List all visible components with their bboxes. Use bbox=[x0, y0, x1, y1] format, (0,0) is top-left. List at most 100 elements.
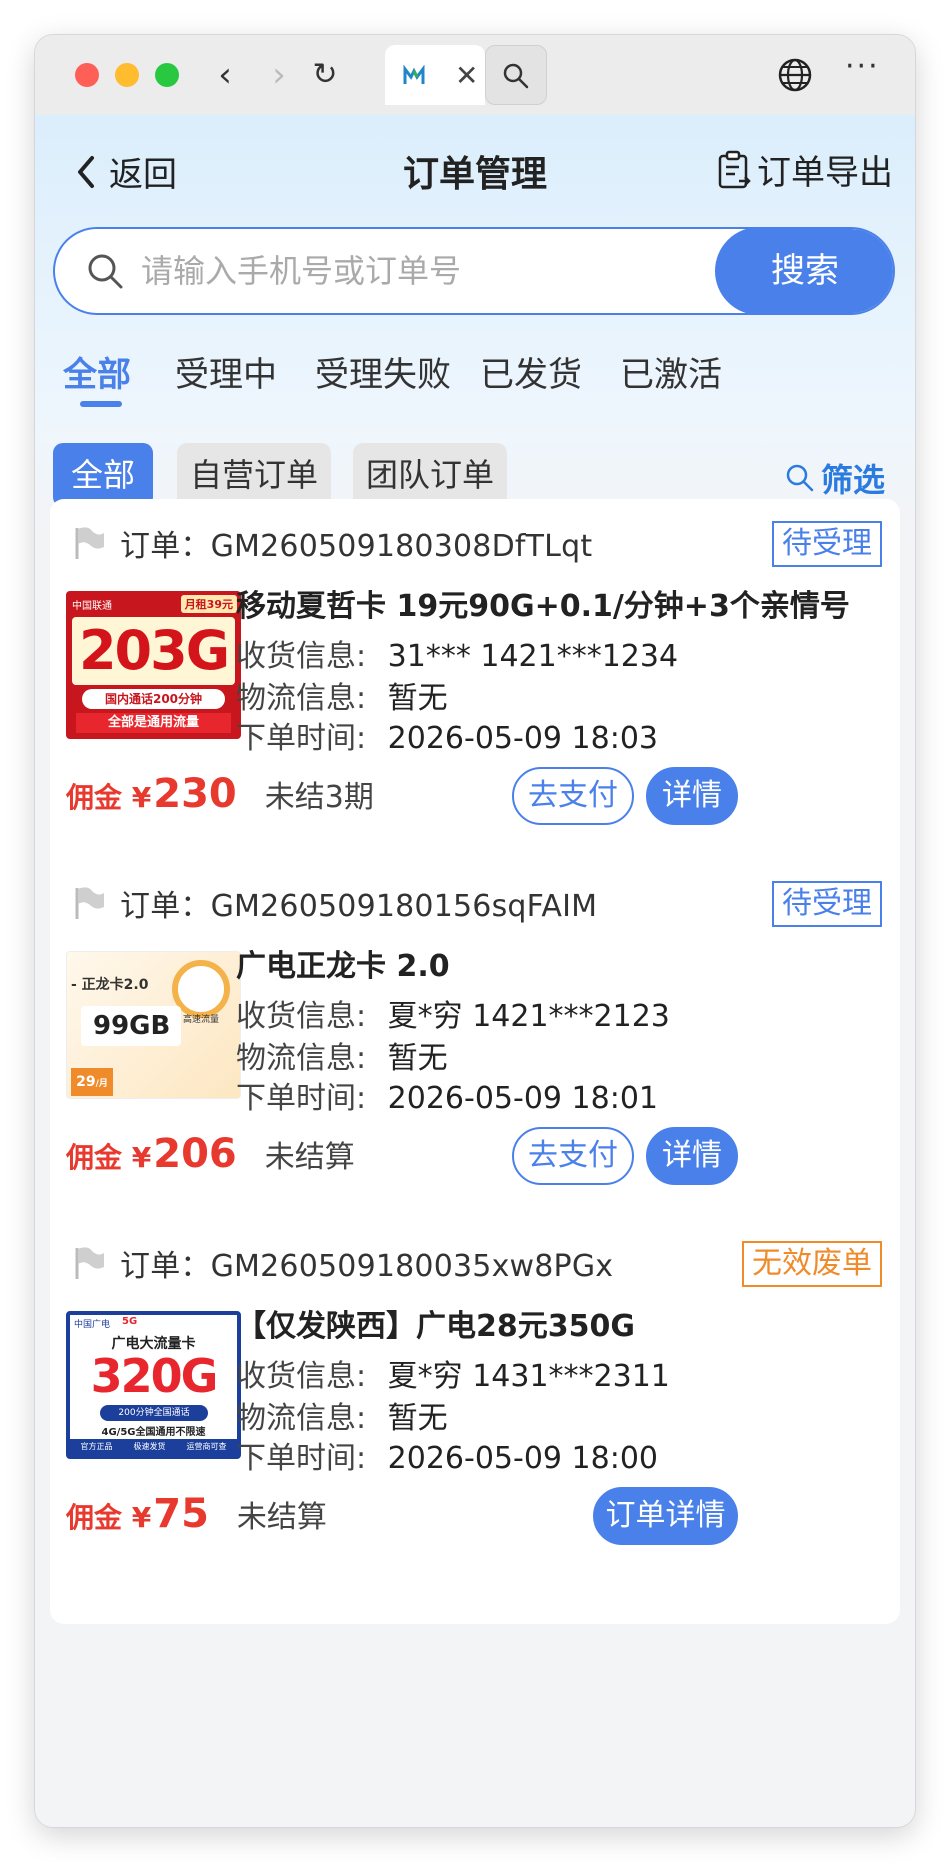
commission-value: 206 bbox=[153, 1131, 237, 1177]
shipping-label: 收货信息: bbox=[236, 1359, 367, 1394]
settlement-status: 未结算 bbox=[264, 1140, 355, 1175]
thumb-line2: 全部是通用流量 bbox=[76, 713, 231, 733]
commission: 佣金 ¥ 75 未结算 bbox=[66, 1491, 327, 1537]
logistics-info: 物流信息: 暂无 bbox=[236, 1033, 448, 1077]
page-header: 返回 订单管理 订单导出 bbox=[35, 115, 915, 225]
thumb-tag: 月租39元 bbox=[180, 595, 237, 613]
time-value: 2026-05-09 18:03 bbox=[387, 721, 658, 756]
time-value: 2026-05-09 18:01 bbox=[387, 1081, 658, 1116]
logistics-label: 物流信息: bbox=[236, 1041, 367, 1076]
settlement-status: 未结3期 bbox=[264, 780, 374, 815]
thumb-price-value: 29 bbox=[76, 1074, 96, 1090]
shipping-info: 收货信息: 夏*穷 1431***2311 bbox=[236, 1351, 670, 1395]
shipping-label: 收货信息: bbox=[236, 639, 367, 674]
order-time: 下单时间: 2026-05-09 18:03 bbox=[236, 713, 658, 757]
search-icon bbox=[88, 254, 123, 289]
detail-button[interactable]: 详情 bbox=[646, 1127, 738, 1185]
thumb-brand: 中国联通 bbox=[72, 601, 112, 612]
logistics-label: 物流信息: bbox=[236, 681, 367, 716]
order-detail-button[interactable]: 订单详情 bbox=[593, 1487, 738, 1545]
export-orders-button[interactable]: 订单导出 bbox=[717, 145, 893, 194]
browser-search-icon bbox=[503, 63, 529, 89]
commission-label: 佣金 ¥ bbox=[66, 781, 152, 814]
globe-icon[interactable] bbox=[775, 55, 815, 95]
export-label: 订单导出 bbox=[757, 153, 893, 193]
thumb-brand: 中国广电 bbox=[74, 1320, 111, 1330]
chip-team-orders[interactable]: 团队订单 bbox=[353, 443, 507, 507]
commission-value: 75 bbox=[153, 1491, 209, 1537]
time-value: 2026-05-09 18:00 bbox=[387, 1441, 658, 1476]
minimize-window-button[interactable] bbox=[115, 63, 139, 87]
browser-search-button[interactable] bbox=[485, 45, 547, 105]
site-logo-icon bbox=[403, 65, 425, 84]
tab-activated[interactable]: 已激活 bbox=[620, 347, 722, 396]
pay-button[interactable]: 去支付 bbox=[512, 1127, 634, 1185]
product-image: 中国联通 月租39元 203G 国内通话200分钟 全部是通用流量 bbox=[66, 591, 241, 739]
tab-all[interactable]: 全部 bbox=[63, 347, 131, 396]
shipping-value: 夏*穷 1431***2311 bbox=[387, 1359, 670, 1394]
shipping-value: 31*** 1421***1234 bbox=[387, 639, 679, 674]
product-name: 广电正龙卡 2.0 bbox=[236, 949, 450, 984]
detail-button[interactable]: 详情 bbox=[646, 767, 738, 825]
commission-value: 230 bbox=[153, 771, 237, 817]
commission: 佣金 ¥ 230 未结3期 bbox=[66, 771, 374, 817]
logistics-value: 暂无 bbox=[387, 1401, 448, 1436]
reload-icon[interactable]: ↻ bbox=[305, 55, 345, 95]
tab-failed[interactable]: 受理失败 bbox=[315, 347, 451, 396]
shipping-info: 收货信息: 夏*穷 1421***2123 bbox=[236, 991, 670, 1035]
status-badge: 待受理 bbox=[772, 521, 882, 567]
order-time: 下单时间: 2026-05-09 18:01 bbox=[236, 1073, 658, 1117]
time-label: 下单时间: bbox=[236, 1441, 367, 1476]
thumb-line1: 国内通话200分钟 bbox=[82, 689, 225, 709]
more-menu-icon[interactable]: ··· bbox=[845, 49, 880, 84]
order-card[interactable]: 订单：GM260509180156sqFAIM 待受理 - 正龙卡2.0 99G… bbox=[50, 859, 900, 1264]
flag-icon bbox=[75, 887, 104, 919]
search-bar: 搜索 bbox=[53, 227, 895, 315]
tab-shipped[interactable]: 已发货 bbox=[480, 347, 582, 396]
browser-forward-icon[interactable]: › bbox=[259, 55, 299, 95]
pay-button[interactable]: 去支付 bbox=[512, 767, 634, 825]
browser-window: ‹ › ↻ ✕ ··· 返回 订单管理 订单导出 请输入手机号或订单号 搜索 全… bbox=[35, 35, 915, 1827]
thumb-price: 29/月 bbox=[71, 1068, 113, 1096]
commission-label: 佣金 ¥ bbox=[66, 1501, 152, 1534]
thumb-price-unit: /月 bbox=[95, 1079, 108, 1089]
product-image: - 正龙卡2.0 99GB 高速流量 29/月 bbox=[66, 951, 241, 1099]
thumb-feature-3: 运营商可查 bbox=[186, 1442, 227, 1451]
thumb-net: 5G bbox=[122, 1316, 138, 1327]
browser-tab[interactable]: ✕ bbox=[385, 45, 485, 105]
active-tab-indicator bbox=[80, 401, 122, 407]
thumb-title: - 正龙卡2.0 bbox=[71, 977, 149, 993]
maximize-window-button[interactable] bbox=[155, 63, 179, 87]
thumb-line1: 200分钟全国通话 bbox=[100, 1405, 208, 1421]
filter-button[interactable]: 筛选 bbox=[785, 455, 885, 501]
flag-icon bbox=[75, 527, 104, 559]
search-button[interactable]: 搜索 bbox=[715, 229, 893, 313]
tab-processing[interactable]: 受理中 bbox=[175, 347, 277, 396]
time-label: 下单时间: bbox=[236, 1081, 367, 1116]
close-window-button[interactable] bbox=[75, 63, 99, 87]
commission-label: 佣金 ¥ bbox=[66, 1141, 152, 1174]
shipping-info: 收货信息: 31*** 1421***1234 bbox=[236, 631, 678, 675]
browser-toolbar: ‹ › ↻ ✕ ··· bbox=[35, 35, 915, 115]
thumb-small-text: 高速流量 bbox=[183, 1015, 220, 1025]
order-card[interactable]: 订单：GM260509180035xw8PGx 无效废单 中国广电 5G 广电大… bbox=[50, 1219, 900, 1624]
thumb-feature-2: 极速发货 bbox=[133, 1442, 166, 1451]
browser-back-icon[interactable]: ‹ bbox=[205, 55, 245, 95]
commission: 佣金 ¥ 206 未结算 bbox=[66, 1131, 355, 1177]
logistics-label: 物流信息: bbox=[236, 1401, 367, 1436]
chip-all[interactable]: 全部 bbox=[53, 443, 153, 507]
tab-close-icon[interactable]: ✕ bbox=[455, 59, 478, 92]
clipboard-export-icon bbox=[718, 150, 751, 188]
thumb-line2: 4G/5G全国通用不限速 bbox=[101, 1427, 206, 1438]
chip-self-orders[interactable]: 自营订单 bbox=[177, 443, 331, 507]
logistics-value: 暂无 bbox=[387, 681, 448, 716]
order-card[interactable]: 订单：GM260509180308DfTLqt 待受理 中国联通 月租39元 2… bbox=[50, 499, 900, 904]
time-label: 下单时间: bbox=[236, 721, 367, 756]
settlement-status: 未结算 bbox=[236, 1500, 327, 1535]
logistics-info: 物流信息: 暂无 bbox=[236, 1393, 448, 1437]
order-number: 订单：GM260509180156sqFAIM bbox=[120, 889, 598, 924]
search-input[interactable] bbox=[141, 229, 701, 313]
shipping-label: 收货信息: bbox=[236, 999, 367, 1034]
product-name: 【仅发陕西】广电28元350G bbox=[236, 1309, 635, 1344]
thumb-big-text: 203G bbox=[72, 617, 235, 685]
